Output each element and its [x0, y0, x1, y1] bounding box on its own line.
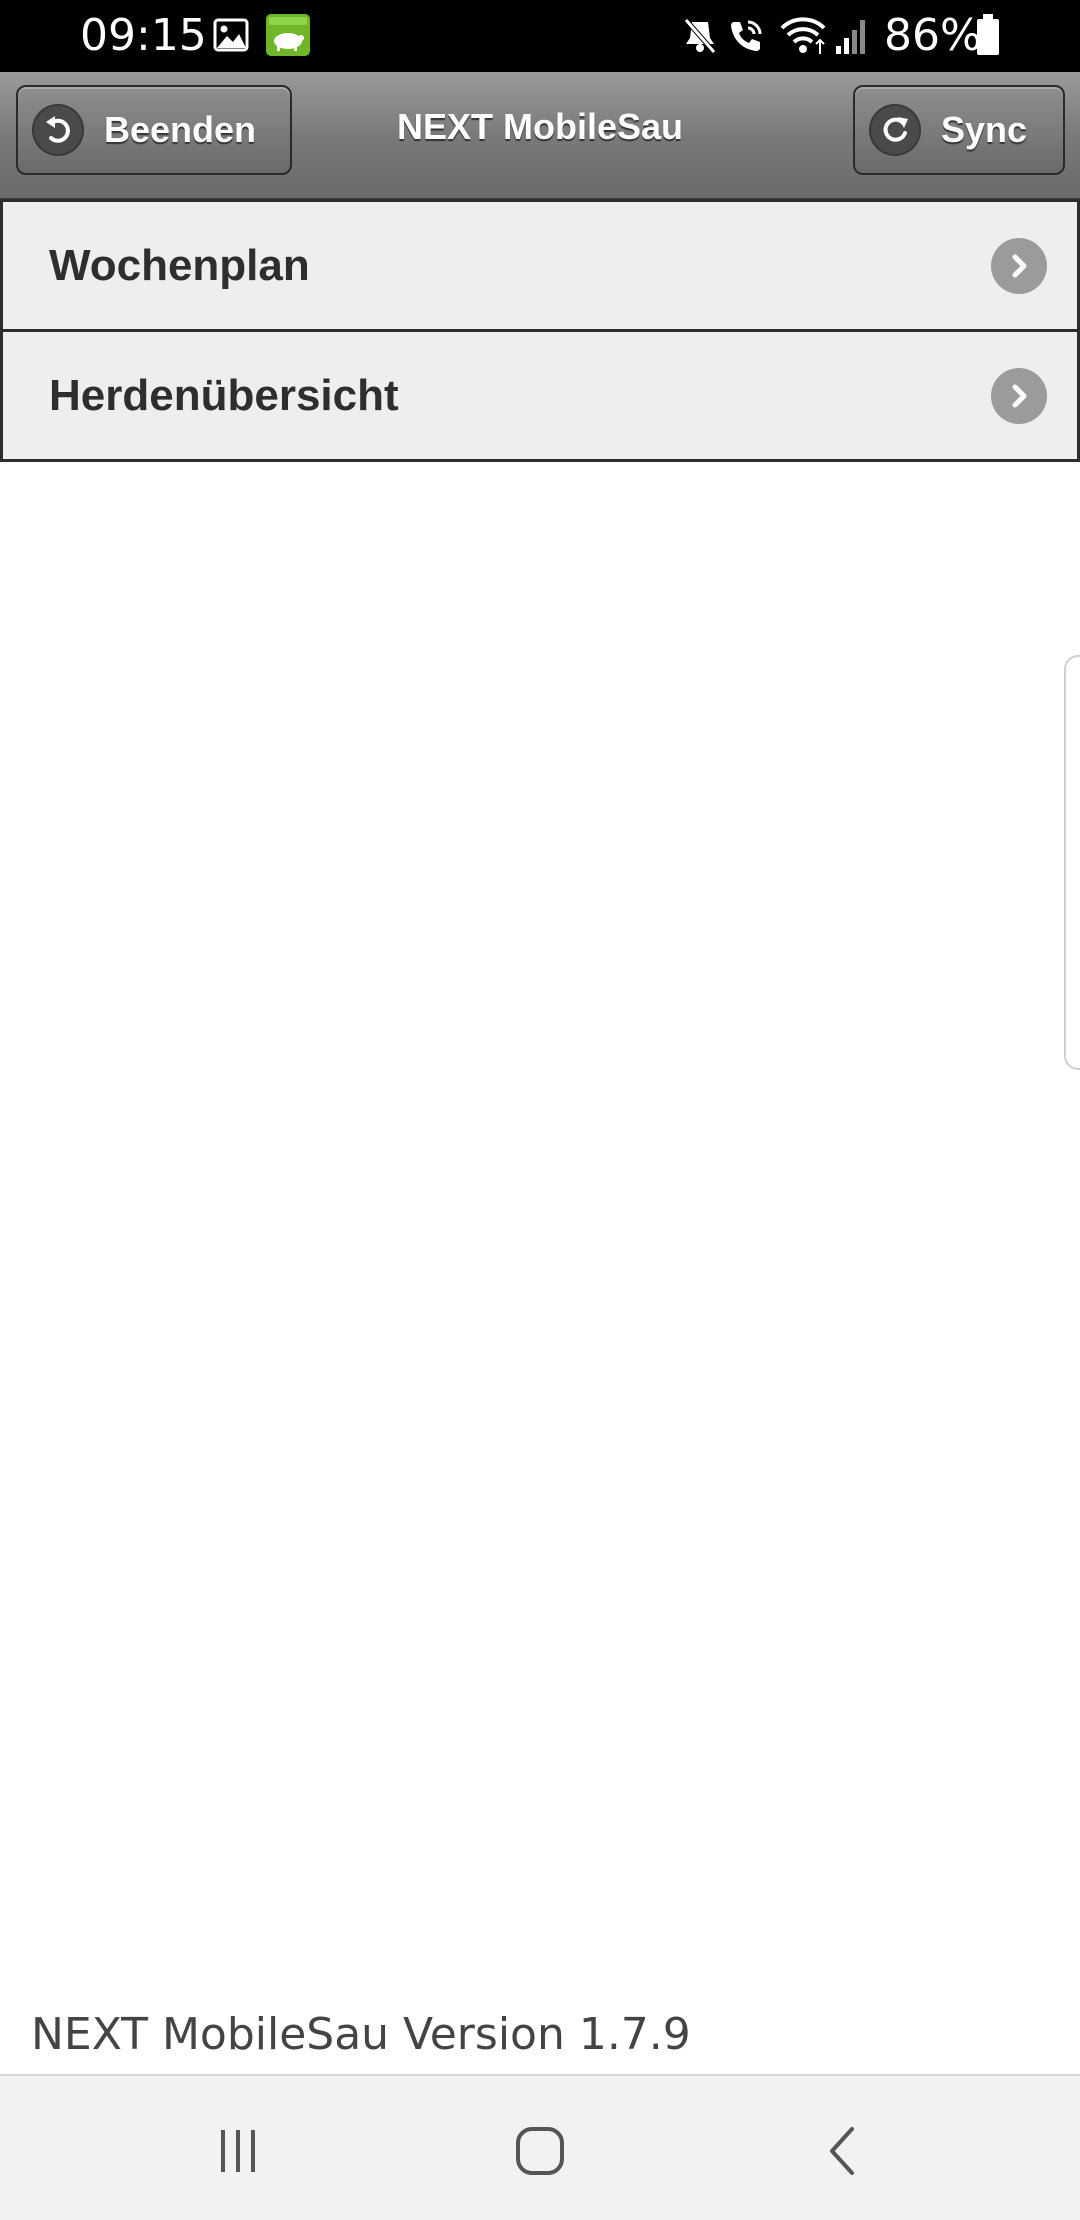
battery-icon [977, 14, 999, 55]
image-icon [213, 18, 249, 52]
menu-item-herdenuebersicht[interactable]: Herdenübersicht [3, 329, 1077, 459]
recents-icon[interactable] [198, 2116, 278, 2186]
navigation-bar [0, 2074, 1080, 2220]
home-icon[interactable] [500, 2116, 580, 2186]
chevron-right-icon [991, 237, 1047, 294]
app-header: Beenden NEXT MobileSau Sync [0, 72, 1080, 200]
status-bar: 09:15 86% [0, 0, 1080, 72]
menu-list: Wochenplan Herdenübersicht [0, 199, 1080, 462]
wifi-icon [780, 17, 826, 54]
menu-item-wochenplan[interactable]: Wochenplan [3, 202, 1077, 329]
battery-percentage: 86% [884, 10, 982, 61]
chevron-right-icon [991, 367, 1047, 424]
refresh-icon [869, 104, 921, 156]
status-time: 09:15 [80, 10, 207, 61]
pig-app-icon [266, 14, 310, 56]
back-icon[interactable] [802, 2116, 882, 2186]
beenden-label: Beenden [104, 109, 257, 150]
sync-label: Sync [941, 109, 1028, 150]
menu-item-label: Herdenübersicht [49, 370, 399, 420]
version-text: NEXT MobileSau Version 1.7.9 [31, 2009, 691, 2060]
beenden-button[interactable]: Beenden [16, 85, 292, 175]
signal-icon [836, 20, 865, 54]
sync-button[interactable]: Sync [853, 85, 1065, 175]
edge-panel-handle[interactable] [1064, 655, 1080, 1070]
menu-item-label: Wochenplan [49, 240, 310, 290]
back-arrow-icon [32, 104, 84, 156]
mute-icon [684, 18, 716, 54]
wifi-call-icon [731, 20, 762, 51]
page-title: NEXT MobileSau [396, 106, 684, 147]
